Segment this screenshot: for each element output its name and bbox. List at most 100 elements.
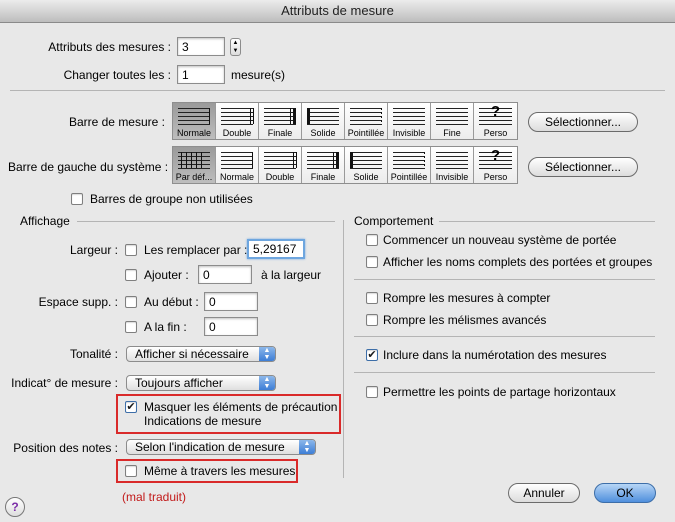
break-melismas-checkbox[interactable]	[366, 314, 378, 326]
barline-option-label: Normale	[219, 172, 254, 182]
barline-option-pointillée[interactable]: Pointillée	[345, 103, 388, 139]
change-all-field[interactable]: 1	[177, 65, 225, 84]
hide-precautionary-sublabel: Indications de mesure	[144, 414, 262, 428]
hide-precautionary-label: Masquer les éléments de précaution	[144, 400, 338, 414]
barline-select-button[interactable]: Sélectionner...	[528, 112, 638, 132]
width-label: Largeur :	[69, 243, 118, 257]
measure-attributes-label: Attributs des mesures :	[48, 40, 171, 54]
section-divider	[343, 220, 344, 478]
behavior-section-rule	[439, 221, 655, 222]
window-title: Attributs de mesure	[281, 3, 394, 18]
left-barline-select-button[interactable]: Sélectionner...	[528, 157, 638, 177]
time-signature-label: Indicat° de mesure :	[11, 376, 118, 390]
barline-option-label: Pointillée	[390, 172, 428, 182]
display-section-rule	[77, 221, 335, 222]
across-measures-label: Même à travers les mesures	[144, 464, 296, 478]
include-numbering-checkbox[interactable]: ✔	[366, 349, 378, 361]
change-all-label: Changer toutes les :	[63, 68, 171, 82]
include-numbering-label: Inclure dans la numérotation des mesures	[383, 348, 607, 362]
break-rests-checkbox[interactable]	[366, 292, 378, 304]
space-end-field[interactable]: 0	[204, 317, 258, 336]
space-start-field[interactable]: 0	[204, 292, 258, 311]
horizontal-split-label: Permettre les points de partage horizont…	[383, 385, 616, 399]
help-icon: ?	[11, 500, 19, 514]
barline-option-finale[interactable]: Finale	[302, 147, 345, 183]
barline-option-double[interactable]: Double	[216, 103, 259, 139]
barline-option-normale[interactable]: Normale	[216, 147, 259, 183]
add-width-field[interactable]: 0	[198, 265, 252, 284]
barline-option-label: Invisible	[392, 128, 426, 138]
barline-option-label: Pointillée	[347, 128, 385, 138]
barline-option-double[interactable]: Double	[259, 147, 302, 183]
window-title-bar: Attributs de mesure	[0, 0, 675, 23]
barline-option-label: Normale	[176, 128, 211, 138]
behavior-separator	[354, 336, 655, 337]
display-section-title: Affichage	[20, 214, 70, 228]
help-button[interactable]: ?	[5, 497, 25, 517]
barline-option-solide[interactable]: Solide	[345, 147, 388, 183]
key-signature-popup[interactable]: Afficher si nécessaire ▲ ▼	[126, 346, 276, 362]
full-staff-names-checkbox[interactable]	[366, 256, 378, 268]
left-barline-palette: Par déf... Normale Double Finale Solide Point…	[172, 146, 518, 184]
barline-option-invisible[interactable]: Invisible	[431, 147, 474, 183]
cancel-button[interactable]: Annuler	[508, 483, 580, 503]
across-measures-checkbox[interactable]	[125, 465, 137, 477]
time-signature-value: Toujours afficher	[135, 376, 223, 390]
barline-option-invisible[interactable]: Invisible	[388, 103, 431, 139]
behavior-separator	[354, 372, 655, 373]
barline-option-label: Solide	[353, 172, 379, 182]
measure-attributes-field[interactable]: 3	[177, 37, 225, 56]
add-width-suffix: à la largeur	[261, 268, 322, 282]
behavior-section-title: Comportement	[354, 214, 434, 228]
unused-group-bars-label: Barres de groupe non utilisées	[90, 192, 253, 206]
top-separator	[10, 90, 665, 91]
break-rests-label: Rompre les mesures à compter	[383, 291, 551, 305]
popup-arrows-icon: ▲ ▼	[299, 440, 315, 454]
barline-option-label: Double	[265, 172, 295, 182]
note-position-popup[interactable]: Selon l'indication de mesure ▲ ▼	[126, 439, 316, 455]
replace-width-field[interactable]: 5,29167	[247, 239, 305, 259]
popup-arrows-icon: ▲ ▼	[259, 347, 275, 361]
new-system-checkbox[interactable]	[366, 234, 378, 246]
unused-group-bars-checkbox[interactable]	[71, 193, 83, 205]
ok-button[interactable]: OK	[594, 483, 656, 503]
barline-option-perso[interactable]: ? Perso	[474, 147, 517, 183]
horizontal-split-checkbox[interactable]	[366, 386, 378, 398]
extra-space-label: Espace supp. :	[38, 295, 118, 309]
behavior-separator	[354, 279, 655, 280]
replace-width-checkbox[interactable]	[125, 244, 137, 256]
barline-option-label: Par déf...	[175, 172, 213, 182]
space-start-label: Au début :	[144, 295, 199, 309]
barline-option-fine[interactable]: Fine	[431, 103, 474, 139]
barline-palette: Normale Double Finale Solide Pointillée Invis…	[172, 102, 518, 140]
space-end-label: A la fin :	[144, 320, 187, 334]
add-width-label: Ajouter :	[144, 268, 189, 282]
break-melismas-label: Rompre les mélismes avancés	[383, 313, 547, 327]
mistranslation-note: (mal traduit)	[122, 490, 187, 504]
change-all-unit: mesure(s)	[231, 68, 286, 82]
barline-option-pointillée[interactable]: Pointillée	[388, 147, 431, 183]
full-staff-names-label: Afficher les noms complets des portées e…	[383, 255, 653, 269]
barline-option-finale[interactable]: Finale	[259, 103, 302, 139]
popup-arrows-icon: ▲ ▼	[259, 376, 275, 390]
note-position-label: Position des notes :	[13, 441, 118, 455]
barline-option-pardéf[interactable]: Par déf...	[173, 147, 216, 183]
new-system-label: Commencer un nouveau système de portée	[383, 233, 617, 247]
barline-option-normale[interactable]: Normale	[173, 103, 216, 139]
barline-option-label: Solide	[310, 128, 336, 138]
key-signature-value: Afficher si nécessaire	[135, 347, 249, 361]
space-end-checkbox[interactable]	[125, 321, 137, 333]
hide-precautionary-checkbox[interactable]: ✔	[125, 401, 137, 413]
left-barline-label: Barre de gauche du système :	[8, 160, 169, 174]
barline-option-label: Finale	[267, 128, 293, 138]
note-position-value: Selon l'indication de mesure	[135, 440, 285, 454]
space-start-checkbox[interactable]	[125, 296, 137, 308]
time-signature-popup[interactable]: Toujours afficher ▲ ▼	[126, 375, 276, 391]
barline-option-label: Perso	[483, 128, 508, 138]
barline-option-perso[interactable]: ? Perso	[474, 103, 517, 139]
measure-attributes-stepper[interactable]: ▲ ▼	[230, 38, 241, 56]
barline-option-label: Invisible	[435, 172, 469, 182]
add-width-checkbox[interactable]	[125, 269, 137, 281]
barline-option-solide[interactable]: Solide	[302, 103, 345, 139]
barline-option-label: Perso	[483, 172, 508, 182]
